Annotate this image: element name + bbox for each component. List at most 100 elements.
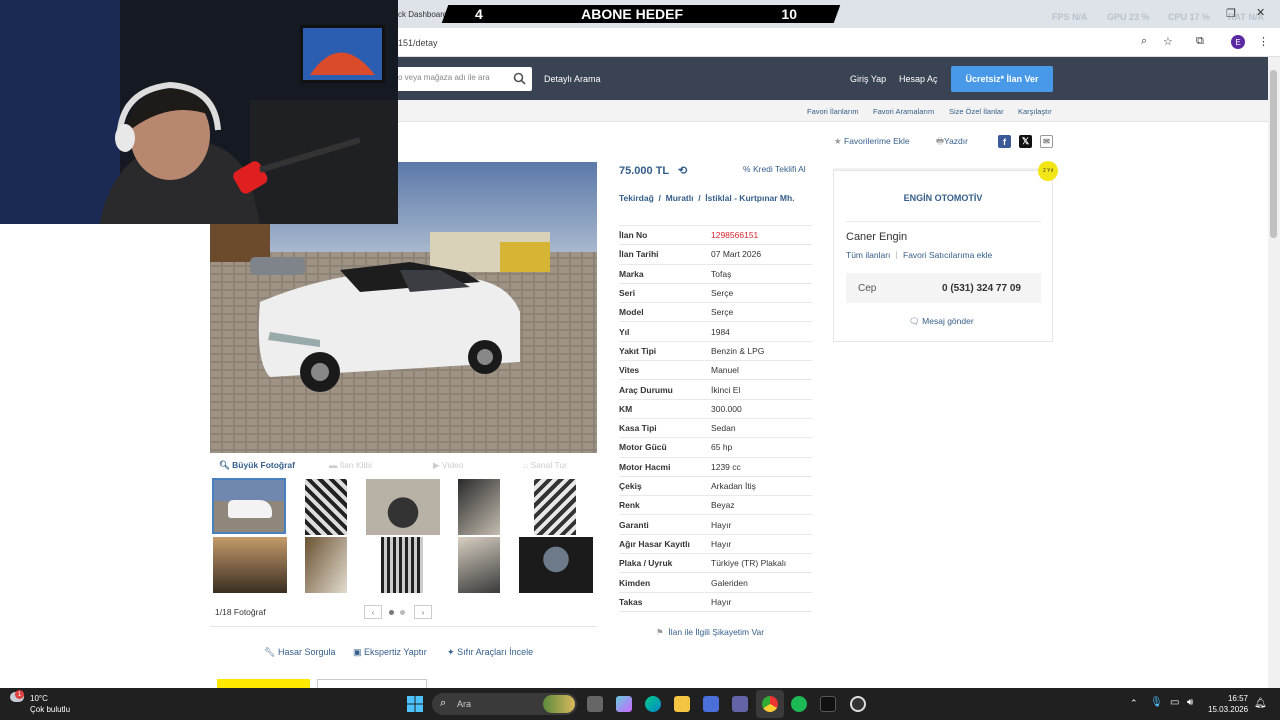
bookmark-star-icon[interactable]: ☆ xyxy=(1163,35,1173,48)
expertise-link[interactable]: ▣ Ekspertiz Yaptır xyxy=(353,647,427,658)
add-favorite-link[interactable]: ★ Favorilerime Ekle xyxy=(834,136,910,147)
stat-fps: FPS N/A xyxy=(1052,12,1088,22)
subnav-fav-ads[interactable]: Favori İlanlarım xyxy=(807,107,859,116)
detail-key: Garanti xyxy=(619,519,649,530)
thumbnail-7[interactable] xyxy=(305,537,347,593)
thumbnail-8[interactable] xyxy=(381,537,423,593)
detail-row: Seri Serçe xyxy=(619,284,812,304)
extensions-icon[interactable]: ⧉ xyxy=(1196,35,1204,48)
thumbnail-3[interactable] xyxy=(366,479,440,535)
print-link[interactable]: 🖶Yazdır xyxy=(936,136,968,150)
detail-row: KM 300.000 xyxy=(619,400,812,419)
thumbnail-2[interactable] xyxy=(305,479,347,535)
outline-button-partial[interactable] xyxy=(317,679,427,688)
subnav-compare[interactable]: Karşılaştır xyxy=(1018,107,1052,116)
microphone-icon[interactable]: 🎙︎ xyxy=(1150,697,1163,708)
login-link[interactable]: Giriş Yap xyxy=(850,74,886,84)
subnav-fav-searches[interactable]: Favori Aramalarım xyxy=(873,107,934,116)
yellow-button-partial[interactable] xyxy=(217,679,310,688)
flag-icon: ⚑ xyxy=(656,627,664,637)
thumbnail-10[interactable] xyxy=(519,537,593,593)
location-breadcrumb: Tekirdağ / Muratlı / İstiklal - Kurtpına… xyxy=(619,193,795,203)
browser-tab-title[interactable]: ck Dashboard xyxy=(398,10,447,19)
send-message-link[interactable]: 🗨︎ Mesaj gönder xyxy=(909,316,974,327)
detail-row: Takas Hayır xyxy=(619,593,812,612)
weather-desc[interactable]: Çok bulutlu xyxy=(30,705,70,714)
capcut-icon[interactable] xyxy=(820,696,836,712)
clock-time[interactable]: 16:57 xyxy=(1208,694,1248,703)
weather-temp[interactable]: 10°C xyxy=(30,694,48,703)
task-view-icon[interactable] xyxy=(587,696,603,712)
detail-value: Hayır xyxy=(711,596,732,607)
search-icon[interactable] xyxy=(513,72,526,85)
store-name[interactable]: ENGİN OTOMOTİV xyxy=(833,193,1053,203)
clock-date[interactable]: 15.03.2026 xyxy=(1208,705,1248,714)
credit-offer-link[interactable]: % Kredi Teklifi Al xyxy=(743,164,806,174)
copilot-icon[interactable] xyxy=(616,696,632,712)
damage-query-link[interactable]: 🔧︎ Hasar Sorgula xyxy=(264,647,335,658)
detail-value: İkinci El xyxy=(711,384,741,395)
chrome-icon[interactable] xyxy=(762,696,778,712)
zoom-icon[interactable]: ⌕ xyxy=(1141,35,1147,48)
teams-icon[interactable] xyxy=(732,696,748,712)
scrollbar-thumb[interactable] xyxy=(1270,70,1277,238)
restore-window-icon[interactable]: ❐ xyxy=(1226,7,1236,20)
location-city[interactable]: Tekirdağ xyxy=(619,193,654,203)
obs-icon[interactable] xyxy=(850,696,866,712)
detail-key: Motor Hacmi xyxy=(619,461,671,472)
network-icon[interactable]: ▭ xyxy=(1170,697,1179,708)
thumbnail-4[interactable] xyxy=(458,479,500,535)
spotify-icon[interactable] xyxy=(791,696,807,712)
volume-icon[interactable]: 🔊︎ xyxy=(1187,697,1193,708)
taskbar-search-icon: ⌕ xyxy=(440,697,447,709)
post-ad-button[interactable]: Ücretsiz* İlan Ver xyxy=(951,66,1053,92)
taskbar-search-text: Ara xyxy=(457,699,472,709)
detailed-search-link[interactable]: Detaylı Arama xyxy=(544,74,601,84)
thumbnail-5[interactable] xyxy=(534,479,576,535)
detail-row: Marka Tofaş xyxy=(619,265,812,284)
url-text[interactable]: 151/detay xyxy=(398,38,438,48)
page-dot-2[interactable] xyxy=(400,610,405,615)
thumbnail-9[interactable] xyxy=(458,537,500,593)
tray-chevron-icon[interactable]: ⌃ xyxy=(1130,698,1138,709)
phone-number[interactable]: 0 (531) 324 77 09 xyxy=(942,283,1021,294)
tab-virtual-tour: ⌂ Sanal Tur xyxy=(523,460,567,470)
new-cars-link[interactable]: ✦ Sıfır Araçları İncele xyxy=(447,647,533,658)
subnav-special[interactable]: Size Özel İlanlar xyxy=(949,107,1004,116)
all-ads-link[interactable]: Tüm ilanları xyxy=(846,250,890,260)
email-share-icon[interactable]: ✉ xyxy=(1040,135,1053,148)
complaint-link[interactable]: ⚑ İlan ile İlgili Şikayetim Var xyxy=(656,627,764,638)
page-dot-1[interactable] xyxy=(389,610,394,615)
detail-row: Araç Durumu İkinci El xyxy=(619,380,812,400)
close-window-icon[interactable]: ✕ xyxy=(1256,6,1265,19)
prev-page-button[interactable]: ‹ xyxy=(364,605,382,619)
notifications-icon[interactable]: 🔔︎ xyxy=(1254,698,1267,709)
location-neighborhood[interactable]: İstiklal - Kurtpınar Mh. xyxy=(705,193,794,203)
stat-gpu: GPU 23 % xyxy=(1107,12,1150,22)
photo-counter: 1/18 Fotoğraf xyxy=(215,607,266,617)
facebook-share-icon[interactable]: f xyxy=(998,135,1011,148)
x-share-icon[interactable]: 𝕏 xyxy=(1019,135,1032,148)
phone-label: Cep xyxy=(858,283,877,294)
edge-icon[interactable] xyxy=(645,696,661,712)
store-icon[interactable] xyxy=(703,696,719,712)
register-link[interactable]: Hesap Aç xyxy=(899,74,938,84)
star-icon: ★ xyxy=(834,136,842,146)
location-district[interactable]: Muratlı xyxy=(666,193,694,203)
detail-row: Yakıt Tipi Benzin & LPG xyxy=(619,342,812,362)
profile-avatar[interactable]: E xyxy=(1231,35,1245,49)
thumbnail-6[interactable] xyxy=(213,537,287,593)
thumbnail-1[interactable] xyxy=(212,478,286,534)
windows-start-icon[interactable] xyxy=(407,696,423,712)
search-highlight-icon[interactable] xyxy=(543,695,575,713)
history-icon[interactable]: ⟲ xyxy=(678,165,687,177)
browser-menu-icon[interactable]: ⋮ xyxy=(1258,35,1269,48)
tab-large-photo[interactable]: 🔍︎ Büyük Fotoğraf xyxy=(219,460,295,471)
listing-number[interactable]: 1298566151 xyxy=(711,230,758,240)
file-explorer-icon[interactable] xyxy=(674,696,690,712)
wrench-icon: 🔧︎ xyxy=(264,647,276,657)
chat-icon: 🗨︎ xyxy=(909,316,920,326)
fav-seller-link[interactable]: Favori Satıcılarıma ekle xyxy=(903,250,992,260)
detail-value: 1984 xyxy=(711,326,730,337)
next-page-button[interactable]: › xyxy=(414,605,432,619)
